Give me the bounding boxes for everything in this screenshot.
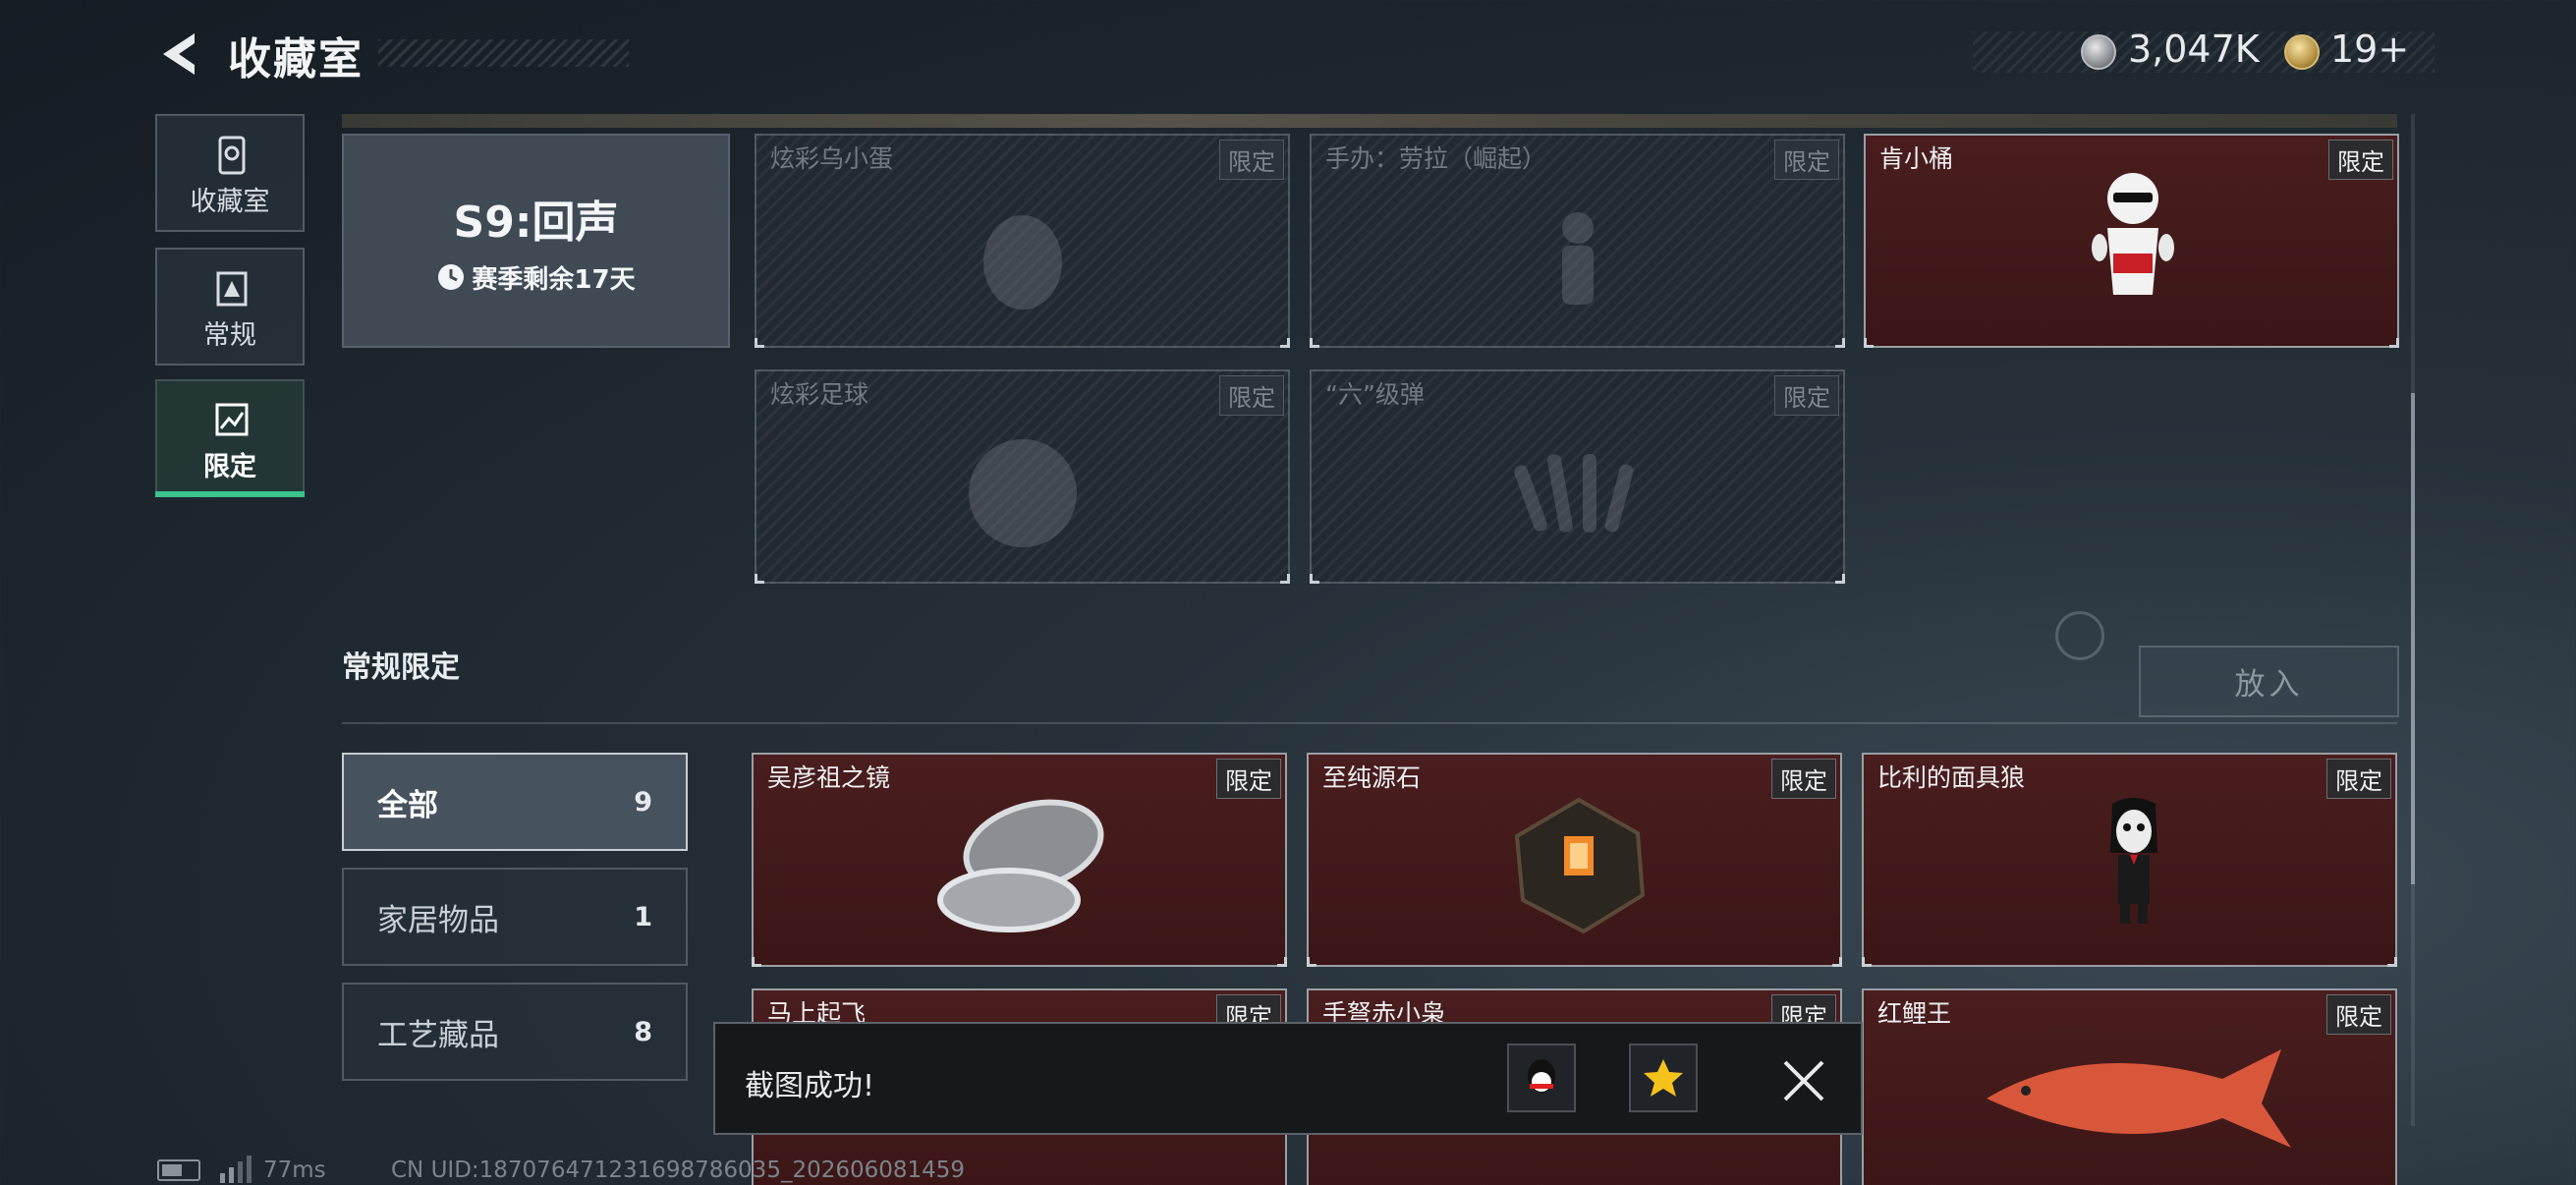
limited-tag: 限定 (1774, 140, 1839, 180)
item-card[interactable]: 肯小桶 限定 (1864, 134, 2399, 348)
clock-icon (438, 264, 465, 290)
qq-icon (1528, 1059, 1555, 1093)
item-name: 红鲤王 (1877, 999, 1952, 1028)
item-card[interactable]: 炫彩乌小蛋 限定 (755, 134, 1290, 348)
battery-icon (157, 1159, 200, 1181)
banner-strip (342, 114, 2397, 128)
filter-craft-items[interactable]: 工艺藏品 8 (342, 983, 688, 1081)
signal-icon (220, 1156, 252, 1183)
nav-label: 限定 (203, 452, 256, 482)
page-title: 收藏室 (228, 34, 364, 85)
season-remaining: 赛季剩余17天 (472, 264, 636, 295)
nav-label: 收藏室 (190, 187, 270, 217)
item-name: 肯小桶 (1879, 144, 1954, 173)
item-name: 手办：劳拉（崛起） (1325, 144, 1547, 173)
item-name: “六”级弹 (1325, 380, 1425, 409)
egg-figure-icon (982, 215, 1062, 310)
filter-home-items[interactable]: 家居物品 1 (342, 868, 688, 966)
filter-label: 工艺藏品 (377, 1017, 499, 1053)
source-stone-icon (1514, 797, 1646, 934)
limited-tag: 限定 (2326, 994, 2391, 1035)
item-card[interactable]: 吴彦祖之镜 限定 (752, 753, 1287, 967)
scrollbar-thumb[interactable] (2411, 393, 2415, 884)
nav-item-limited[interactable]: 限定 (155, 379, 305, 497)
item-name: 炫彩乌小蛋 (770, 144, 894, 173)
item-card[interactable]: 比利的面具狼 限定 (1862, 753, 2397, 967)
nav-item-regular[interactable]: 常规 (155, 248, 305, 366)
item-name: 至纯源石 (1322, 763, 1422, 792)
item-card[interactable]: “六”级弹 限定 (1310, 369, 1845, 584)
share-qzone-button[interactable] (1629, 1044, 1698, 1112)
item-name: 吴彦祖之镜 (767, 763, 891, 792)
football-icon (968, 439, 1077, 548)
season-card: S9:回声 赛季剩余17天 (342, 134, 730, 348)
filter-count: 1 (634, 901, 652, 932)
screenshot-toast: 截图成功! (713, 1022, 1863, 1135)
nav-label: 常规 (203, 320, 256, 351)
puppet-doll-icon (2110, 798, 2157, 924)
bullets-icon (1513, 454, 1633, 534)
section-divider (342, 722, 2397, 724)
limited-tag: 限定 (1219, 375, 1284, 416)
uid-readout: CN UID:18707647123169878603​5_2026060814… (391, 1157, 966, 1183)
limited-tag: 限定 (1216, 759, 1281, 799)
active-nav-indicator (155, 491, 305, 497)
limited-tag: 限定 (2326, 759, 2391, 799)
item-card[interactable]: 红鲤王 限定 (1862, 988, 2397, 1185)
filter-label: 全部 (377, 787, 438, 823)
share-qq-button[interactable] (1507, 1044, 1576, 1112)
put-in-button[interactable]: 放入 (2139, 646, 2399, 717)
compact-mirror-icon (937, 799, 1104, 932)
carp-fish-icon (1987, 1049, 2291, 1148)
filter-count: 9 (634, 786, 652, 818)
collection-room-icon (218, 136, 246, 175)
section-title: 常规限定 (342, 650, 460, 685)
limited-tag: 限定 (1771, 759, 1836, 799)
limited-tag: 限定 (1774, 375, 1839, 416)
limited-icon (215, 403, 249, 436)
target-decoration (2055, 611, 2104, 660)
toast-message: 截图成功! (745, 1069, 875, 1103)
ping-readout: 77ms (263, 1157, 326, 1183)
item-name: 炫彩足球 (770, 380, 869, 409)
item-name: 比利的面具狼 (1877, 763, 2026, 792)
silver-currency-amount: 3,047K (2128, 28, 2260, 71)
item-card[interactable]: 至纯源石 限定 (1307, 753, 1842, 967)
close-icon[interactable] (1781, 1058, 1826, 1103)
figurine-icon (1561, 212, 1594, 306)
item-card[interactable]: 手办：劳拉（崛起） 限定 (1310, 134, 1845, 348)
gold-coin-icon (2284, 34, 2320, 70)
limited-tag: 限定 (1219, 140, 1284, 180)
back-arrow-icon[interactable] (155, 29, 204, 79)
filter-count: 8 (634, 1016, 652, 1047)
limited-tag: 限定 (2328, 140, 2393, 180)
filter-all[interactable]: 全部 9 (342, 753, 688, 851)
title-decoration (378, 39, 629, 67)
nav-item-collection-room[interactable]: 收藏室 (155, 114, 305, 232)
gold-currency-amount[interactable]: 19+ (2330, 28, 2409, 71)
regular-icon (216, 271, 248, 307)
item-card[interactable]: 炫彩足球 限定 (755, 369, 1290, 584)
silver-coin-icon (2081, 34, 2116, 70)
bucket-mascot-icon (2092, 173, 2174, 295)
season-title: S9:回声 (453, 197, 619, 248)
filter-label: 家居物品 (377, 902, 499, 938)
qzone-star-icon (1644, 1059, 1683, 1097)
